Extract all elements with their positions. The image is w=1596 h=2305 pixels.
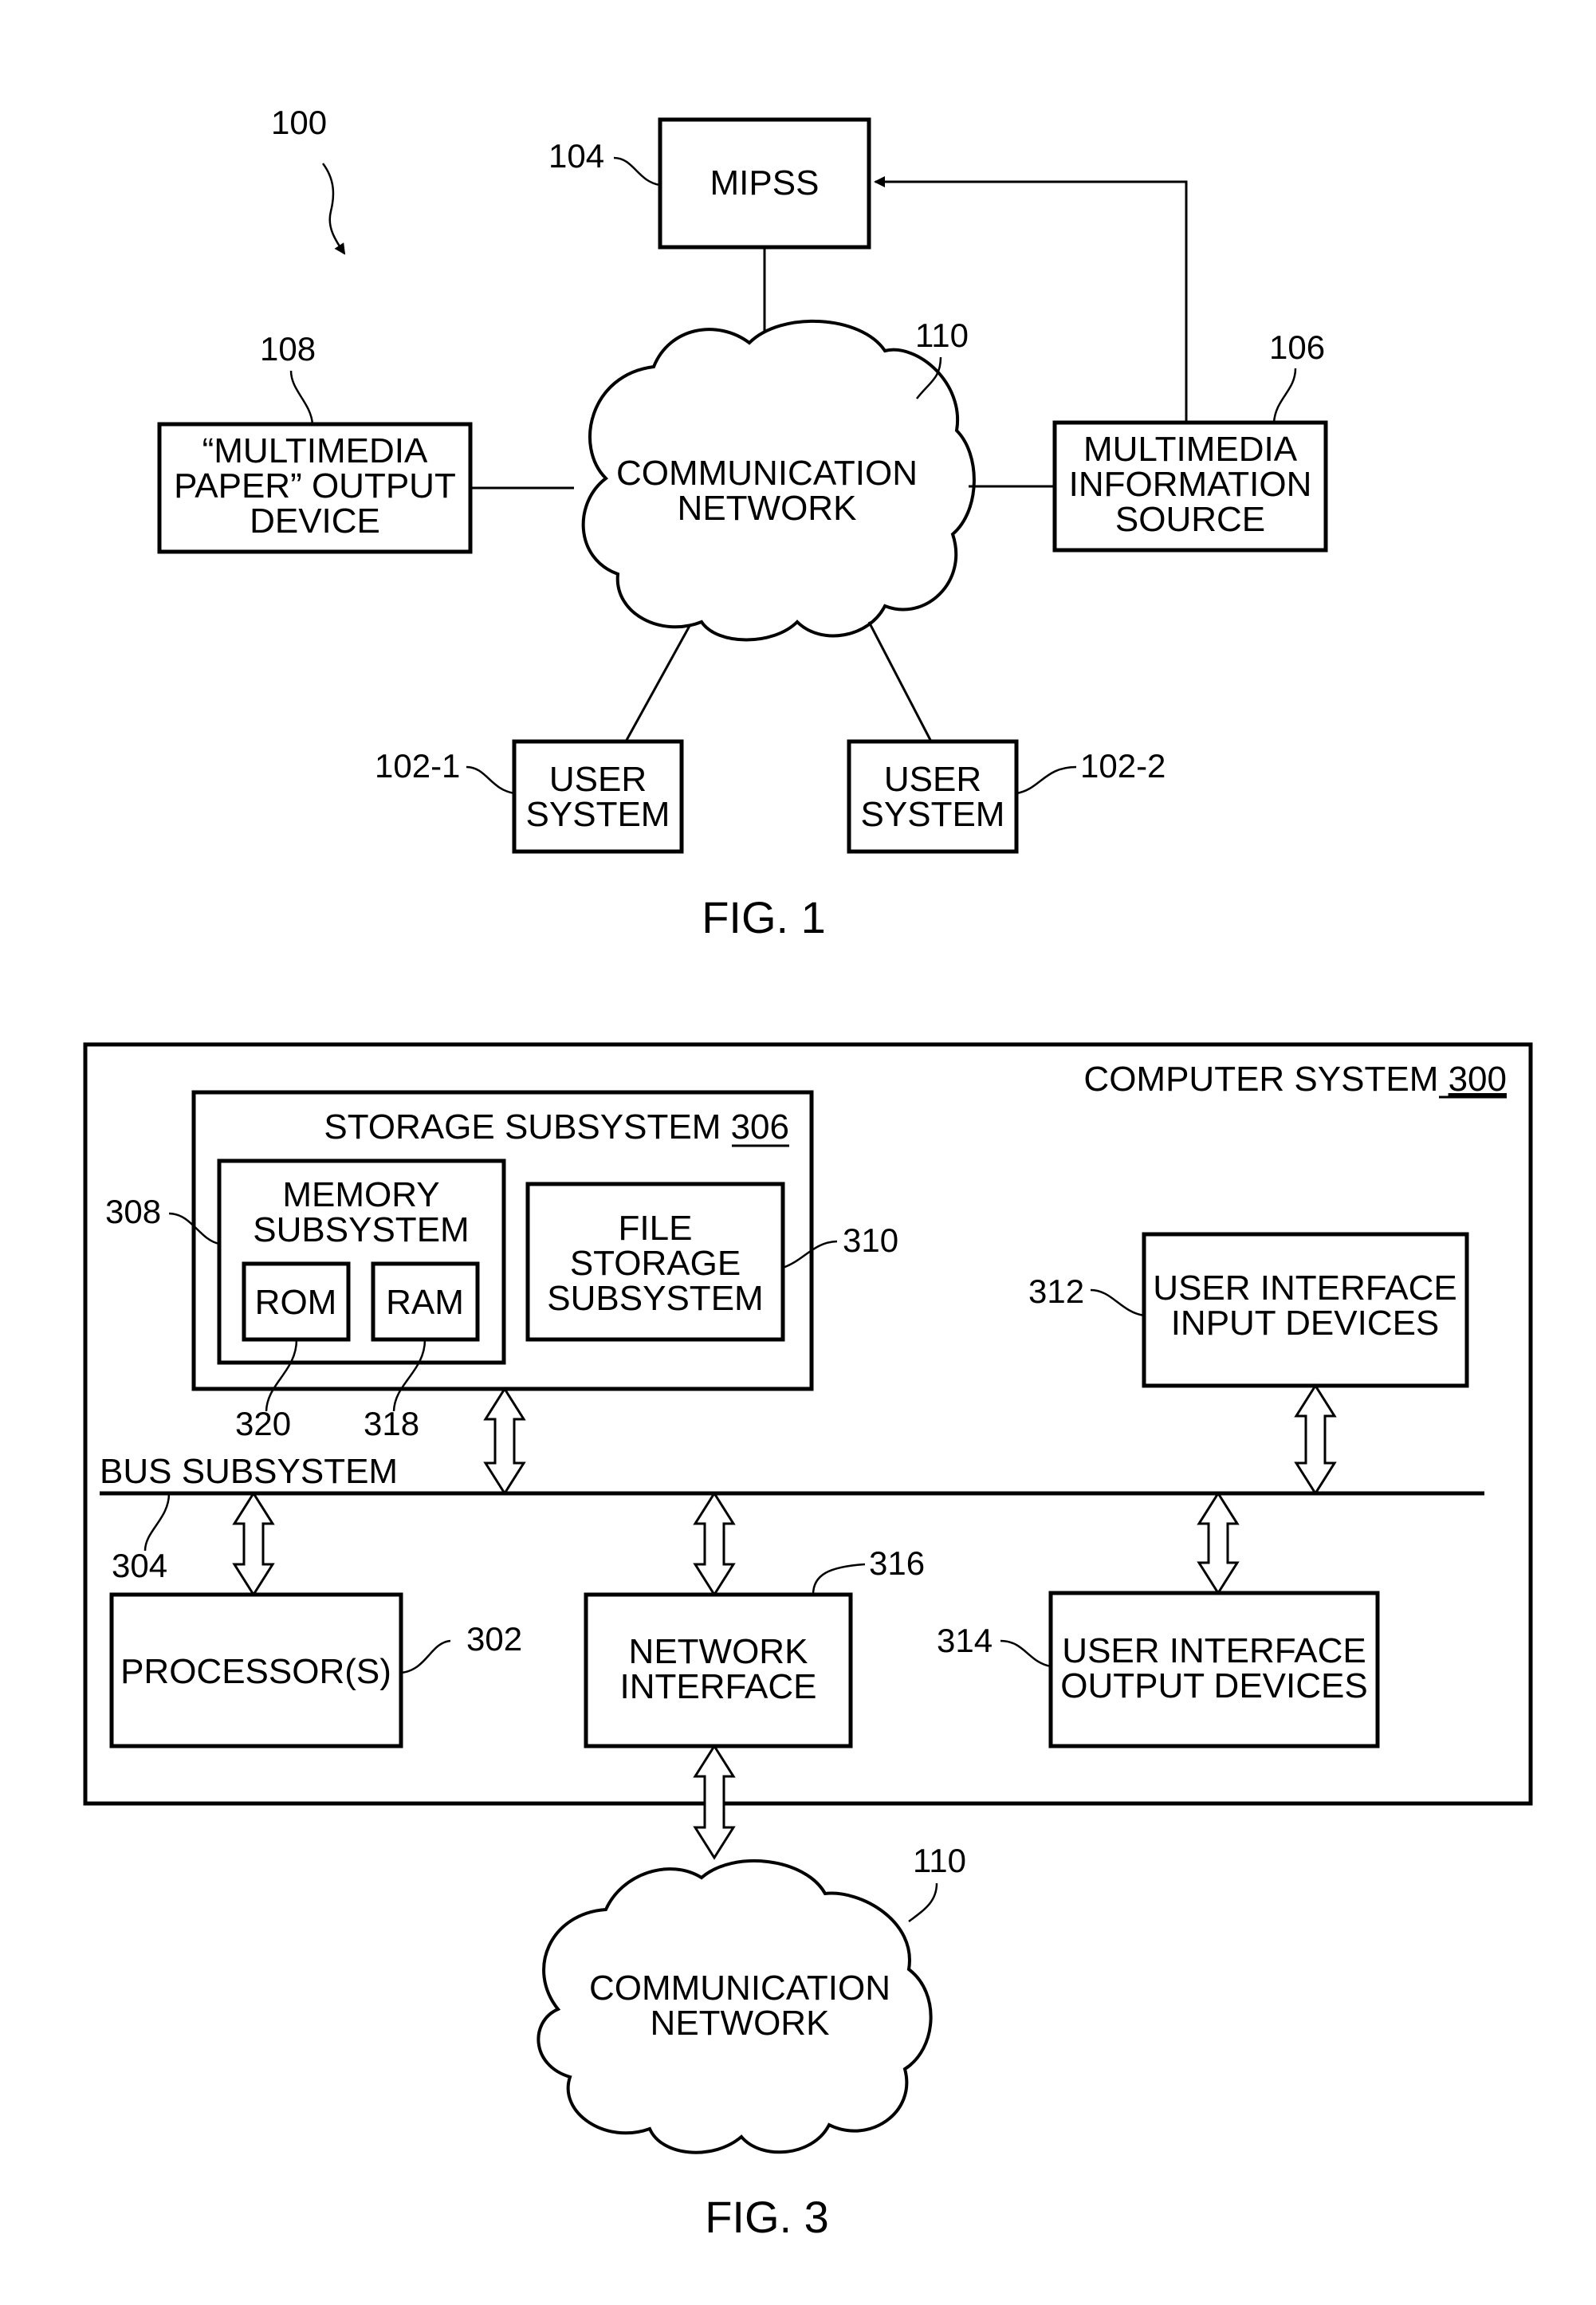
ram-label: RAM (386, 1283, 464, 1322)
fig1-caption: FIG. 1 (702, 892, 826, 942)
ui-input-line1: USER INTERFACE (1153, 1269, 1456, 1308)
bus-label: BUS SUBSYSTEM (100, 1452, 398, 1491)
ui-output-line2: OUTPUT DEVICES (1060, 1666, 1367, 1705)
info-source-line1: MULTIMEDIA (1083, 430, 1298, 469)
network-label-line2: NETWORK (678, 489, 857, 528)
ref-318: 318 (364, 1405, 419, 1442)
fig3-network-line1: COMMUNICATION (589, 1969, 890, 2008)
ref-102-1: 102-1 (375, 747, 460, 785)
memory-subsystem-line2: SUBSYSTEM (253, 1210, 469, 1249)
ref-304: 304 (112, 1547, 167, 1584)
ref-106: 106 (1269, 328, 1325, 366)
fig1: 100 MIPSS 104 COMMUNICATION NETWORK 110 … (157, 104, 1328, 942)
output-device-line3: DEVICE (250, 502, 380, 541)
network-interface-line2: INTERFACE (620, 1667, 817, 1706)
storage-subsystem-label: STORAGE SUBSYSTEM 306 (324, 1107, 789, 1147)
patent-figures: 100 MIPSS 104 COMMUNICATION NETWORK 110 … (83, 104, 1533, 2242)
file-storage-line2: STORAGE (570, 1244, 741, 1283)
output-device-line1: “MULTIMEDIA (202, 431, 428, 470)
ref-302: 302 (466, 1620, 522, 1658)
mipss-label: MIPSS (710, 163, 820, 203)
user-system-1-line1: USER (549, 760, 647, 799)
ref-102-1-leader (466, 765, 515, 795)
ref-104: 104 (548, 137, 604, 175)
ref-106-leader (1272, 368, 1297, 423)
fig3-network-line2: NETWORK (651, 2004, 830, 2043)
user-system-2-line2: SYSTEM (861, 795, 1005, 834)
fig3-caption: FIG. 3 (705, 2192, 829, 2242)
ui-output-line1: USER INTERFACE (1062, 1631, 1366, 1670)
file-storage-line1: FILE (619, 1209, 693, 1248)
ref-310: 310 (843, 1221, 898, 1259)
network-label-line1: COMMUNICATION (616, 454, 918, 493)
computer-system-label: COMPUTER SYSTEM 300 (1083, 1060, 1507, 1099)
processor-label: PROCESSOR(S) (120, 1652, 391, 1691)
info-source-line2: INFORMATION (1069, 465, 1312, 504)
rom-label: ROM (255, 1283, 337, 1322)
memory-subsystem-line1: MEMORY (282, 1175, 439, 1214)
user-system-2-line1: USER (884, 760, 981, 799)
ref-102-2: 102-2 (1080, 747, 1166, 785)
ref-100-arrow (321, 163, 346, 255)
ref-108: 108 (260, 330, 316, 368)
ref-314: 314 (937, 1622, 993, 1659)
user-system-2-link (867, 621, 933, 742)
ref-312: 312 (1028, 1272, 1084, 1310)
ref-316: 316 (869, 1544, 925, 1582)
user-system-1-line2: SYSTEM (526, 795, 670, 834)
ref-100: 100 (271, 104, 327, 141)
user-system-1-link (624, 625, 691, 742)
ref-108-leader (289, 370, 314, 425)
ref-102-2-leader (1016, 765, 1077, 795)
fig3: COMPUTER SYSTEM 300 STORAGE SUBSYSTEM 30… (83, 1042, 1533, 2242)
ui-input-line2: INPUT DEVICES (1171, 1304, 1440, 1343)
ref-104-leader (613, 156, 661, 187)
file-storage-line3: SUBSYSTEM (547, 1279, 763, 1318)
fig3-ref-110-leader (908, 1882, 938, 1923)
output-device-line2: PAPER” OUTPUT (174, 466, 456, 505)
ref-110: 110 (915, 317, 969, 354)
ref-308: 308 (105, 1193, 161, 1230)
info-source-line3: SOURCE (1115, 500, 1265, 539)
fig3-ref-110: 110 (913, 1842, 966, 1879)
ref-320: 320 (235, 1405, 291, 1442)
network-interface-line1: NETWORK (629, 1632, 808, 1671)
